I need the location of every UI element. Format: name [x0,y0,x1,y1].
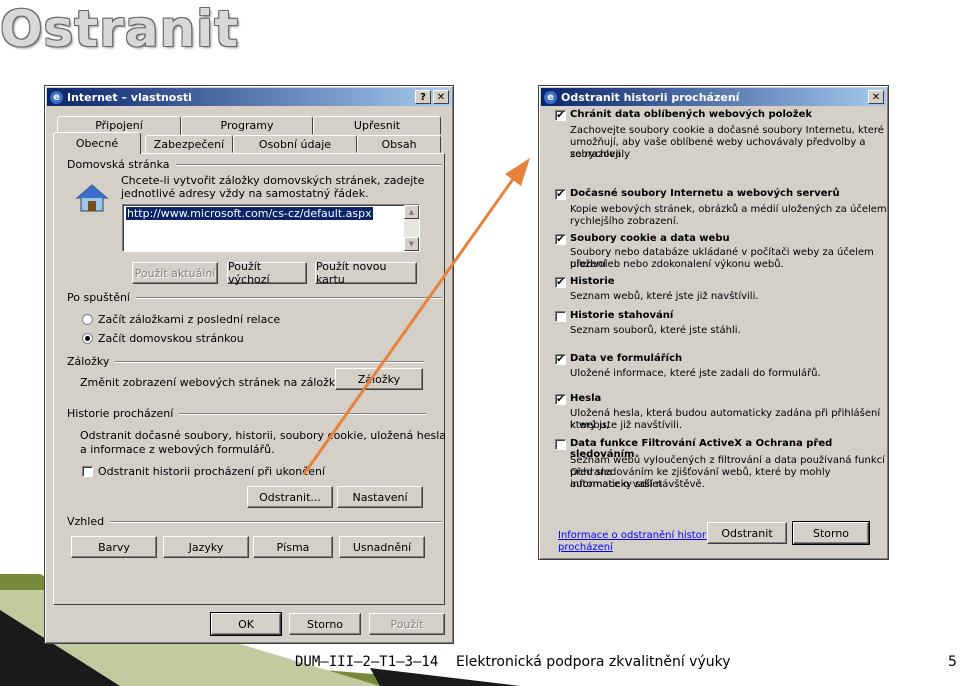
history-settings-button[interactable]: Nastavení [337,486,423,508]
ok-button[interactable]: OK [210,612,282,636]
delete-history-titlebar: e Odstranit historii procházení ✕ [541,88,886,106]
cancel-button[interactable]: Storno [792,521,870,545]
item-checkbox[interactable]: ✔ [555,277,566,288]
startup-homepage-radio[interactable] [82,333,93,344]
tab-advanced[interactable]: Upřesnit [313,116,441,135]
close-button[interactable]: ✕ [433,90,449,104]
internet-options-titlebar: e Internet – vlastnosti ? ✕ [47,88,451,106]
tabs-settings-button[interactable]: Záložky [335,368,423,390]
appearance-group-label: Vzhled [67,515,442,528]
colors-button[interactable]: Barvy [71,536,157,558]
textarea-scrollbar[interactable]: ▲ ▼ [404,205,419,251]
item-desc: který jste již navštívili. [570,420,683,431]
tab-general[interactable]: Obecné [53,132,141,154]
item-checkbox[interactable] [555,311,566,322]
use-current-button[interactable]: Použít aktuální [132,262,218,284]
item-title[interactable]: Soubory cookie a data webu [570,233,730,244]
delete-on-exit-checkbox[interactable] [82,466,93,477]
scroll-down-icon[interactable]: ▼ [404,237,419,251]
item-title[interactable]: Hesla [570,393,601,404]
footer-caption: Elektronická podpora zkvalitnění výuky [456,654,731,670]
item-checkbox[interactable]: ✔ [555,394,566,405]
homepage-desc-line2: jednotlivé adresy vždy na samostatný řád… [121,187,369,200]
homepage-group-label: Domovská stránka [67,158,442,171]
item-title[interactable]: Data ve formulářích [570,353,682,364]
house-icon [75,184,109,212]
item-desc: Uložené informace, které jste zadali do … [570,368,821,379]
history-desc-line1: Odstranit dočasné soubory, historii, sou… [80,429,446,442]
item-title[interactable]: Chránit data oblíbených webových položek [570,109,812,120]
item-checkbox[interactable] [555,439,566,450]
item-desc: Zachovejte soubory cookie a dočasné soub… [570,125,884,136]
slide-title: Ostranit [0,0,240,58]
item-checkbox[interactable]: ✔ [555,189,566,200]
delete-history-dialog: e Odstranit historii procházení ✕ ✔ Chrá… [538,85,889,560]
dialog-title: Internet – vlastnosti [67,90,192,104]
cancel-button[interactable]: Storno [289,613,361,635]
tab-security[interactable]: Zabezpečení [145,135,233,153]
homepage-desc-line1: Chcete-li vytvořit záložky domovských st… [121,174,425,187]
item-checkbox[interactable]: ✔ [555,110,566,121]
delete-button[interactable]: Odstranit [707,522,787,544]
delete-history-button[interactable]: Odstranit... [247,486,333,508]
item-desc: předvoleb nebo zdokonalení výkonu webů. [570,259,784,270]
scroll-up-icon[interactable]: ▲ [404,205,419,219]
accessibility-button[interactable]: Usnadnění [339,536,425,558]
close-button[interactable]: ✕ [868,90,884,104]
use-default-button[interactable]: Použít výchozí [227,260,307,286]
item-checkbox[interactable]: ✔ [555,354,566,365]
tab-content[interactable]: Obsah [357,135,441,153]
startup-group-label: Po spuštění [67,291,442,304]
item-desc: Seznam souborů, které jste stáhli. [570,325,741,336]
item-desc: rychlejšího zobrazení. [570,216,679,227]
item-desc: se rychleji. [570,149,625,160]
delete-on-exit-label[interactable]: Odstranit historii procházení při ukonče… [98,465,325,478]
tabs-group-label: Záložky [67,355,424,368]
item-desc: Kopie webových stránek, obrázků a médií … [570,204,887,215]
startup-option2-label[interactable]: Začít domovskou stránkou [98,332,244,345]
history-group-label: Historie procházení [67,407,427,420]
item-title[interactable]: Historie stahování [570,310,673,321]
delete-history-info-link-line2[interactable]: procházení [558,541,613,554]
ie-icon: e [544,90,557,104]
item-desc: informace o vaší návštěvě. [570,479,705,490]
use-new-tab-button[interactable]: Použít novou kartu [315,260,417,286]
startup-option1-label[interactable]: Začít záložkami z poslední relace [98,313,280,326]
tab-programs[interactable]: Programy [181,116,313,135]
delete-dialog-title: Odstranit historii procházení [561,90,740,104]
internet-options-dialog: e Internet – vlastnosti ? ✕ Připojení Pr… [44,85,454,644]
item-desc: Seznam webů, které jste již navštívili. [570,291,759,302]
footer-code: DUM–III–2–T1–3–14 [295,654,439,670]
item-title[interactable]: Dočasné soubory Internetu a webových ser… [570,188,840,199]
help-button[interactable]: ? [415,90,431,104]
history-desc-line2: a informace z webových formulářů. [80,443,275,456]
homepage-url-text: http://www.microsoft.com/cs-cz/default.a… [126,207,373,220]
ie-icon: e [50,90,63,104]
languages-button[interactable]: Jazyky [163,536,249,558]
tab-privacy[interactable]: Osobní údaje [233,135,357,153]
apply-button[interactable]: Použít [369,613,445,635]
slide-number: 5 [948,654,957,670]
item-title[interactable]: Historie [570,276,615,287]
tabs-desc: Změnit zobrazení webových stránek na zál… [80,376,359,389]
item-checkbox[interactable]: ✔ [555,234,566,245]
homepage-url-textarea[interactable]: http://www.microsoft.com/cs-cz/default.a… [122,204,420,252]
fonts-button[interactable]: Písma [253,536,333,558]
startup-last-session-radio[interactable] [82,314,93,325]
